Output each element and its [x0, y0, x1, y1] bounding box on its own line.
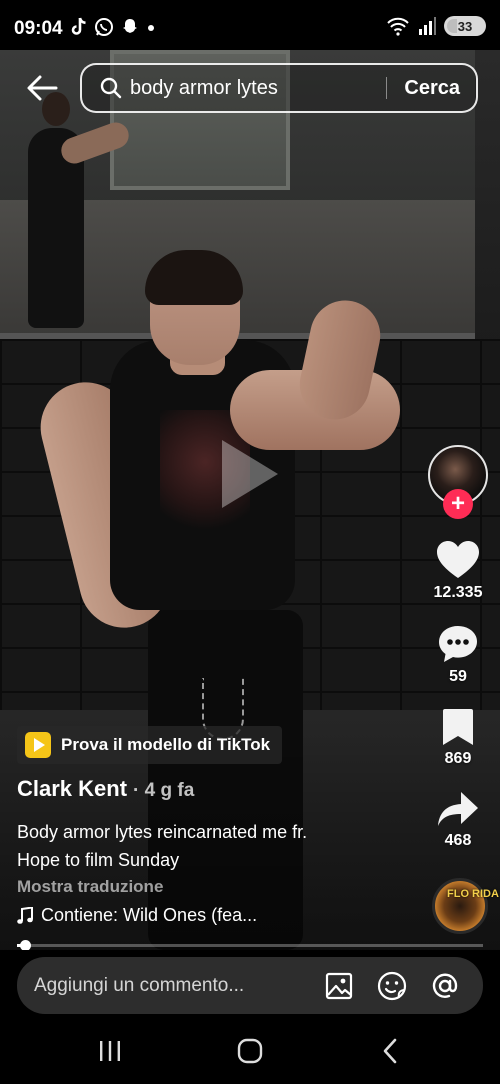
post-caption: Body armor lytes reincarnated me fr. Hop…	[17, 818, 407, 874]
battery-level: 33	[457, 18, 473, 34]
system-nav-bar	[0, 1022, 500, 1084]
author-row: Clark Kent · 4 g fa	[17, 776, 194, 802]
back-arrow-icon[interactable]	[26, 74, 58, 102]
effect-template-label: Prova il modello di TikTok	[61, 735, 271, 754]
save-button[interactable]: 869	[418, 708, 498, 768]
comment-bar[interactable]: Aggiungi un commento...	[17, 957, 483, 1014]
chevron-left-icon	[383, 1038, 397, 1064]
music-disc[interactable]	[432, 878, 488, 934]
wifi-icon	[387, 17, 409, 36]
comment-count: 59	[449, 668, 467, 685]
tiktok-icon	[71, 17, 86, 35]
status-time: 09:04	[14, 18, 63, 39]
search-input[interactable]: body armor lytes	[130, 77, 386, 100]
caption-line: Hope to film Sunday	[17, 850, 180, 870]
like-button[interactable]: 12.335	[418, 540, 498, 602]
save-count: 869	[444, 750, 472, 767]
search-bar[interactable]: body armor lytes Cerca	[80, 63, 478, 113]
emoji-icon[interactable]	[377, 971, 407, 1001]
battery-indicator: 33	[444, 16, 486, 36]
template-play-icon	[25, 732, 51, 758]
like-count: 12.335	[433, 584, 483, 601]
status-bar: 09:04 33	[0, 0, 500, 58]
post-age: · 4 g fa	[133, 780, 195, 801]
follow-button[interactable]: +	[443, 489, 473, 519]
effect-template-pill[interactable]: Prova il modello di TikTok	[17, 726, 283, 764]
back-button[interactable]	[370, 1036, 410, 1066]
mention-icon[interactable]	[430, 971, 460, 1001]
search-icon	[100, 77, 122, 99]
translate-link[interactable]: Mostra traduzione	[17, 877, 163, 897]
comment-input[interactable]: Aggiungi un commento...	[34, 975, 324, 997]
home-button[interactable]	[230, 1036, 270, 1066]
recent-apps-button[interactable]	[90, 1036, 130, 1066]
share-count: 468	[444, 832, 472, 849]
music-note-icon	[17, 906, 33, 924]
comment-bubble-icon	[439, 626, 477, 662]
search-button[interactable]: Cerca	[387, 77, 476, 100]
system-icons: 33	[386, 16, 486, 36]
image-icon[interactable]	[324, 971, 354, 1001]
sound-title: Contiene: Wild Ones (fea...	[41, 905, 258, 925]
heart-icon	[437, 541, 479, 578]
signal-icon	[419, 17, 436, 35]
snapchat-icon	[123, 19, 137, 33]
comment-button[interactable]: 59	[418, 624, 498, 686]
dot-icon	[148, 25, 154, 31]
bookmark-icon	[443, 709, 473, 745]
whatsapp-icon	[95, 18, 113, 36]
caption-line: Body armor lytes reincarnated me fr.	[17, 822, 308, 842]
home-circle-icon	[237, 1038, 263, 1064]
video-progress-bar[interactable]	[17, 940, 483, 951]
music-disc-label: FLO RIDA	[447, 888, 499, 900]
recents-icon	[100, 1041, 120, 1061]
play-icon[interactable]	[222, 440, 278, 508]
author-name[interactable]: Clark Kent	[17, 776, 127, 802]
share-button[interactable]: 468	[418, 790, 498, 850]
share-arrow-icon	[438, 792, 478, 826]
sound-row[interactable]: Contiene: Wild Ones (fea...	[17, 905, 257, 926]
notification-icons	[70, 17, 156, 37]
